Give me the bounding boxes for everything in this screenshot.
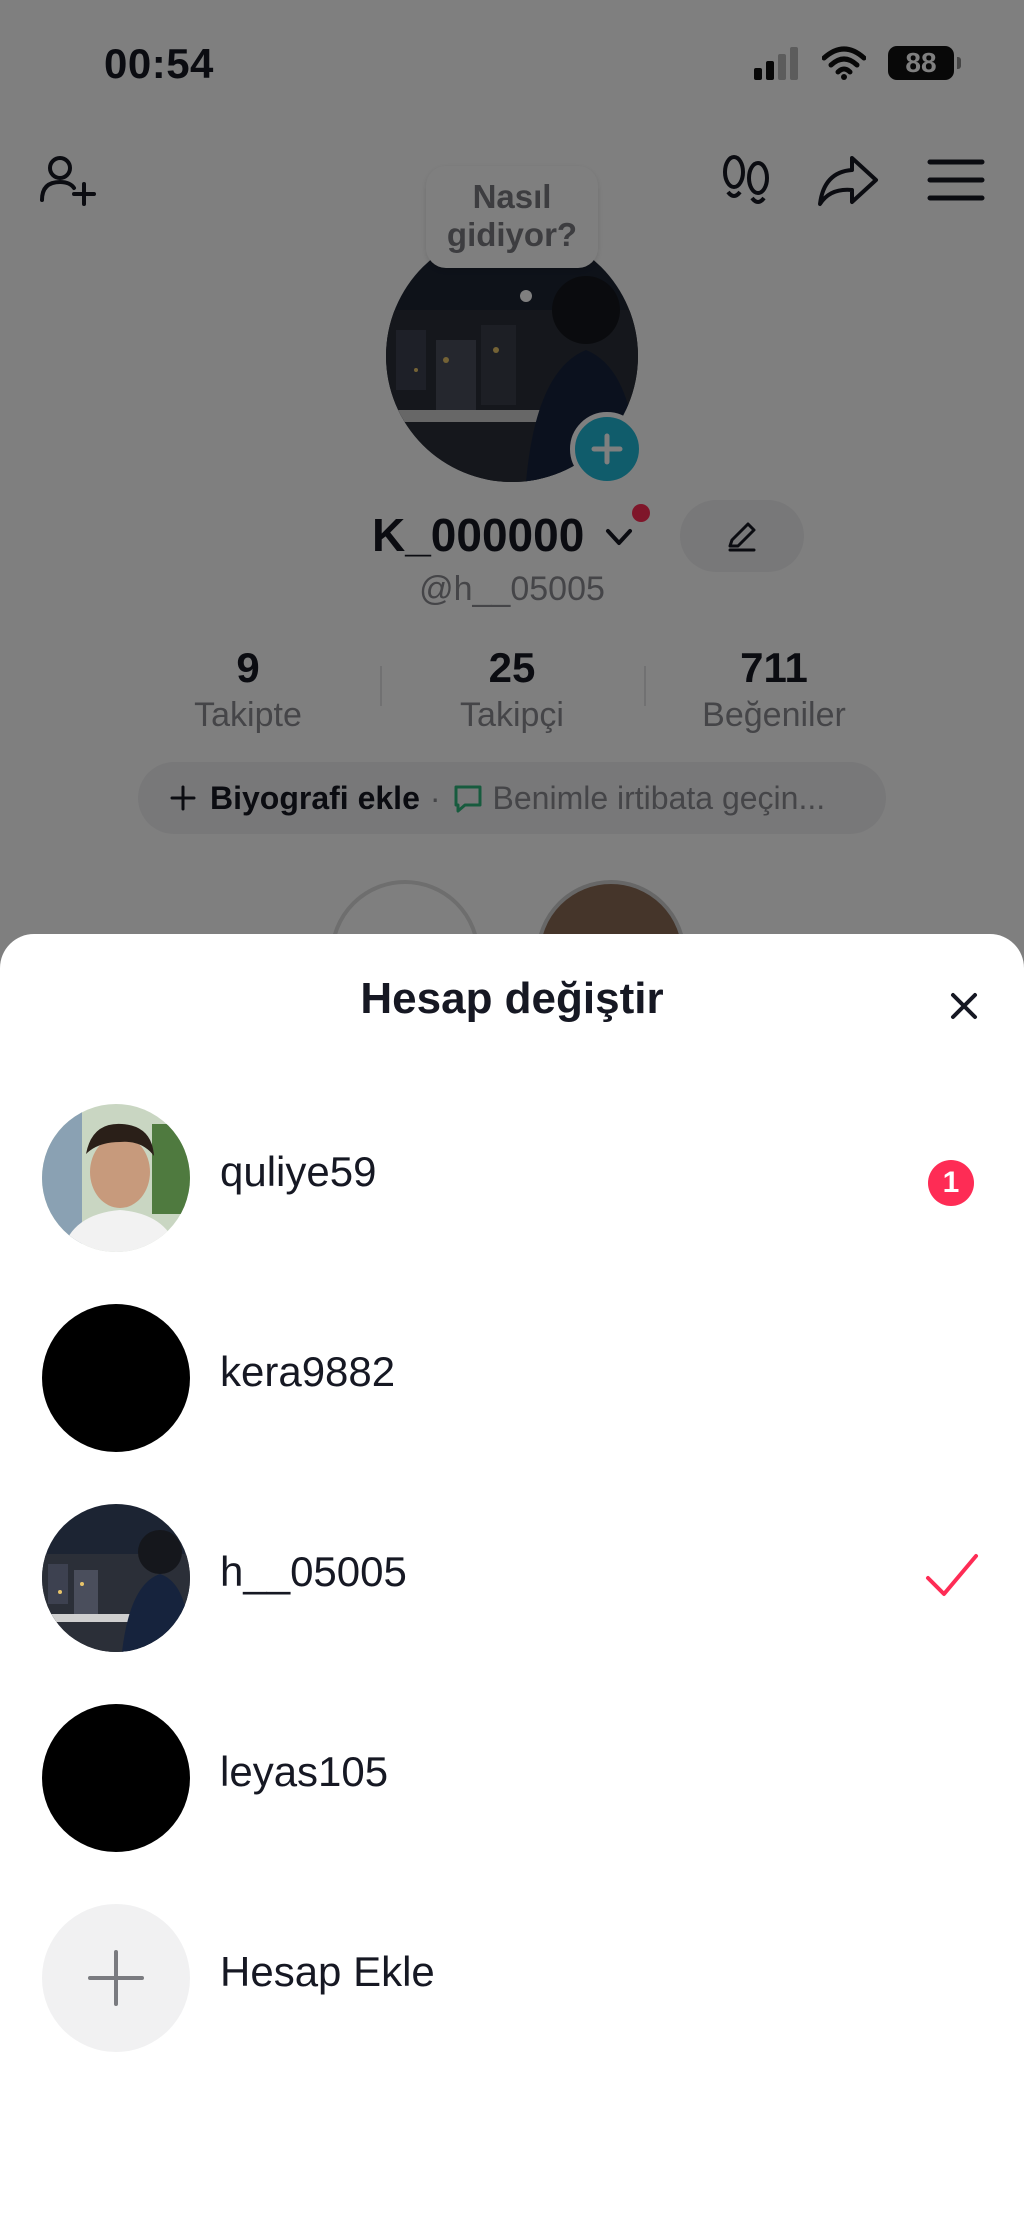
account-row[interactable]: kera9882 — [0, 1284, 1024, 1454]
avatar — [42, 1304, 190, 1452]
avatar — [42, 1104, 190, 1252]
add-account-label: Hesap Ekle — [220, 1948, 435, 1995]
account-row[interactable]: leyas105 — [0, 1684, 1024, 1854]
sheet-title: Hesap değiştir — [360, 974, 664, 1023]
switch-account-sheet: Hesap değiştir quliye59 1 kera9882 h__05… — [0, 934, 1024, 2216]
account-username: kera9882 — [220, 1348, 396, 1395]
add-account-button[interactable]: Hesap Ekle — [0, 1884, 1024, 2054]
avatar — [42, 1504, 190, 1652]
account-username: quliye59 — [220, 1148, 377, 1195]
add-account-circle — [42, 1904, 190, 2052]
checkmark-icon — [926, 1554, 978, 1596]
account-row-selected[interactable]: h__05005 — [0, 1484, 1024, 1654]
avatar-photo — [42, 1504, 190, 1652]
notification-badge: 1 — [928, 1160, 974, 1206]
plus-icon — [88, 1950, 144, 2006]
account-username: h__05005 — [220, 1548, 407, 1595]
close-button[interactable] — [940, 982, 988, 1030]
avatar — [42, 1704, 190, 1852]
close-icon — [951, 993, 977, 1019]
account-row[interactable]: quliye59 1 — [0, 1084, 1024, 1254]
account-username: leyas105 — [220, 1748, 389, 1795]
avatar-photo — [42, 1104, 190, 1252]
